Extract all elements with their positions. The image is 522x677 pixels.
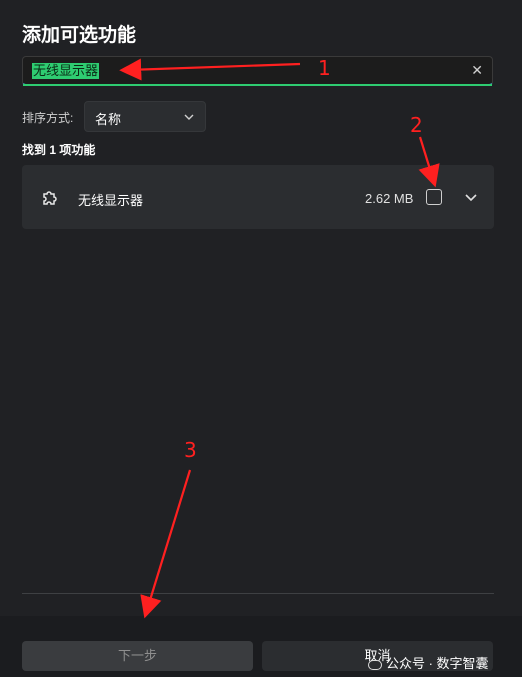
close-icon[interactable]: ✕ [471,62,483,79]
arrow-3 [140,469,192,619]
annotation-arrows [119,58,440,619]
sort-label: 排序方式: [22,111,74,125]
dialog-title: 添加可选功能 [22,25,137,46]
search-value[interactable]: 无线显示器 [32,63,100,79]
feature-name: 无线显示器 [78,193,144,208]
annotation-label-1: 1 [318,56,331,80]
results-count: 找到 1 项功能 [22,143,96,157]
annotation-label-3: 3 [184,438,197,462]
feature-checkbox[interactable] [426,189,442,205]
chevron-down-icon [183,110,195,128]
list-item[interactable]: 无线显示器 2.62 MB [22,165,494,229]
watermark: 公众号 · 数字智囊 [368,653,489,672]
divider [22,593,494,594]
wechat-icon [368,659,382,670]
sort-value: 名称 [95,112,122,127]
sort-dropdown[interactable]: 名称 [84,101,206,132]
search-input[interactable]: 无线显示器 ✕ [22,56,493,86]
chevron-down-icon[interactable] [464,191,478,209]
puzzle-piece-icon [40,188,60,213]
annotation-label-2: 2 [410,113,423,137]
watermark-text: 公众号 · 数字智囊 [386,656,489,671]
next-button[interactable]: 下一步 [22,641,253,671]
feature-size: 2.62 MB [365,191,414,206]
